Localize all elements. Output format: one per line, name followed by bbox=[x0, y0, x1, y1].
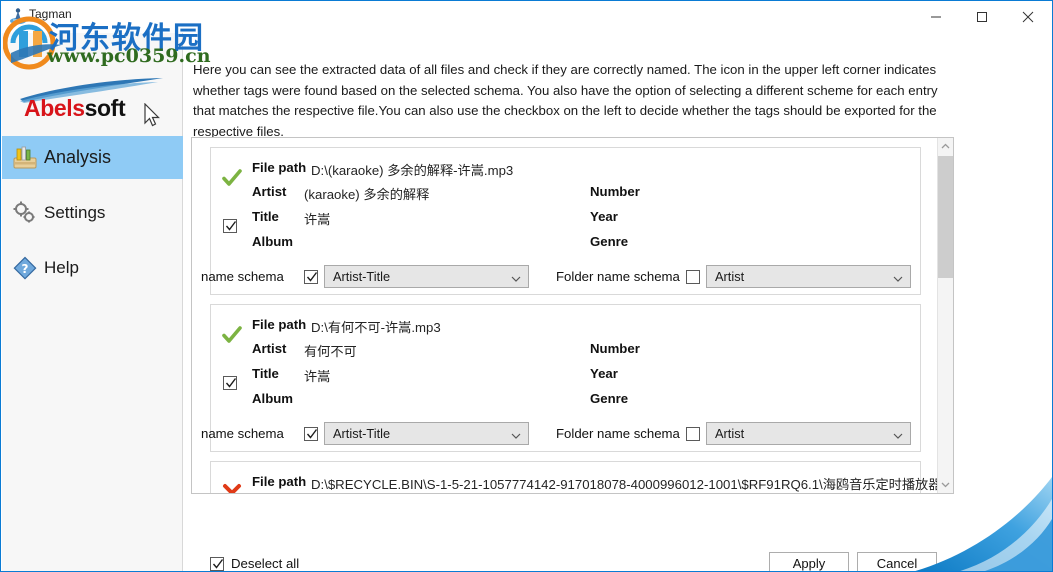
gears-icon bbox=[12, 200, 38, 226]
folder-schema-value: Artist bbox=[715, 269, 745, 284]
sidebar-item-help[interactable]: ? Help bbox=[2, 246, 183, 289]
apply-button-label: Apply bbox=[792, 556, 826, 571]
scroll-up-button[interactable] bbox=[938, 138, 953, 155]
deselect-all-checkbox[interactable] bbox=[210, 556, 224, 571]
sidebar: Abelssoft Analysis Settings ? Help bbox=[2, 33, 183, 571]
green-check-icon bbox=[221, 324, 243, 346]
list-item[interactable]: File path D:\(karaoke) 多余的解释-许嵩.mp3 Arti… bbox=[192, 147, 939, 295]
toolbox-icon bbox=[12, 145, 38, 171]
name-schema-label: name schema bbox=[201, 269, 284, 284]
minimize-button[interactable] bbox=[913, 1, 959, 32]
deselect-all-row[interactable]: Deselect all bbox=[210, 556, 299, 571]
entry-select-checkbox[interactable] bbox=[223, 219, 237, 233]
name-schema-dropdown[interactable]: Artist-Title bbox=[324, 265, 529, 288]
page-description: Here you can see the extracted data of a… bbox=[193, 62, 938, 139]
list-item[interactable]: File path D:\$RECYCLE.BIN\S-1-5-21-10577… bbox=[192, 461, 953, 493]
field-label-title: Title bbox=[252, 209, 279, 224]
field-label-genre: Genre bbox=[590, 391, 629, 406]
svg-text:?: ? bbox=[22, 262, 29, 276]
folder-schema-label: Folder name schema bbox=[556, 269, 680, 284]
chevron-down-icon bbox=[893, 428, 903, 443]
sidebar-item-analysis[interactable]: Analysis bbox=[2, 136, 183, 179]
list-scrollbar[interactable] bbox=[937, 138, 953, 493]
field-value-file-path: D:\有何不可-许嵩.mp3 bbox=[311, 320, 441, 335]
chevron-down-icon bbox=[511, 428, 521, 443]
application-window: Tagman Abelssoft Analysis Settings ? Hel… bbox=[0, 0, 1053, 572]
field-label-title: Title bbox=[252, 366, 279, 381]
apply-button[interactable]: Apply bbox=[769, 552, 849, 571]
abelssoft-wordmark: Abelssoft bbox=[24, 95, 126, 122]
field-label-file-path: File path bbox=[252, 474, 307, 489]
name-schema-dropdown[interactable]: Artist-Title bbox=[324, 422, 529, 445]
field-label-year: Year bbox=[590, 366, 618, 381]
name-schema-value: Artist-Title bbox=[333, 269, 391, 284]
field-label-year: Year bbox=[590, 209, 618, 224]
cancel-button-label: Cancel bbox=[876, 556, 918, 571]
field-label-file-path: File path bbox=[252, 160, 307, 175]
main-panel: Here you can see the extracted data of a… bbox=[183, 33, 1052, 571]
schema-row: name schema Artist-Title Folder name sch bbox=[201, 263, 920, 293]
sidebar-label-settings: Settings bbox=[44, 202, 106, 222]
field-label-number: Number bbox=[590, 341, 640, 356]
list-item[interactable]: File path D:\有何不可-许嵩.mp3 Artist 有何不可 Num… bbox=[192, 304, 939, 452]
folder-schema-checkbox[interactable] bbox=[686, 270, 700, 284]
field-label-number: Number bbox=[590, 184, 640, 199]
field-label-artist: Artist bbox=[252, 184, 287, 199]
field-label-album: Album bbox=[252, 391, 294, 406]
folder-schema-dropdown[interactable]: Artist bbox=[706, 265, 911, 288]
logo-text-abels: Abels bbox=[24, 95, 85, 121]
field-label-artist: Artist bbox=[252, 341, 287, 356]
chevron-down-icon bbox=[893, 271, 903, 286]
sidebar-label-help: Help bbox=[44, 257, 79, 277]
name-schema-checkbox[interactable] bbox=[304, 427, 318, 441]
window-title: Tagman bbox=[29, 7, 72, 21]
file-entry-list: File path D:\(karaoke) 多余的解释-许嵩.mp3 Arti… bbox=[191, 137, 954, 494]
name-schema-value: Artist-Title bbox=[333, 426, 391, 441]
field-value-artist: (karaoke) 多余的解释 bbox=[304, 187, 430, 202]
logo-text-soft: soft bbox=[84, 95, 126, 121]
field-label-genre: Genre bbox=[590, 234, 629, 249]
sidebar-label-analysis: Analysis bbox=[44, 147, 112, 167]
field-value-artist: 有何不可 bbox=[304, 344, 357, 359]
brand-logo: Abelssoft bbox=[2, 33, 183, 137]
chevron-down-icon bbox=[511, 271, 521, 286]
cancel-button[interactable]: Cancel bbox=[857, 552, 937, 571]
deselect-all-label: Deselect all bbox=[231, 556, 300, 571]
close-button[interactable] bbox=[1005, 1, 1051, 32]
folder-schema-value: Artist bbox=[715, 426, 745, 441]
file-entry-list-inner: File path D:\(karaoke) 多余的解释-许嵩.mp3 Arti… bbox=[192, 138, 953, 493]
folder-schema-checkbox[interactable] bbox=[686, 427, 700, 441]
entry-panel[interactable]: File path D:\(karaoke) 多余的解释-许嵩.mp3 Arti… bbox=[201, 147, 921, 295]
title-bar: Tagman bbox=[1, 1, 1052, 33]
mouse-cursor-icon bbox=[144, 102, 162, 134]
field-value-file-path: D:\$RECYCLE.BIN\S-1-5-21-1057774142-9170… bbox=[311, 477, 954, 492]
scrollbar-thumb[interactable] bbox=[938, 156, 953, 278]
field-value-title: 许嵩 bbox=[304, 212, 331, 227]
red-cross-icon bbox=[221, 481, 243, 493]
folder-schema-label: Folder name schema bbox=[556, 426, 680, 441]
maximize-button[interactable] bbox=[959, 1, 1005, 32]
field-value-file-path: D:\(karaoke) 多余的解释-许嵩.mp3 bbox=[311, 163, 514, 178]
entry-select-checkbox[interactable] bbox=[223, 376, 237, 390]
folder-schema-dropdown[interactable]: Artist bbox=[706, 422, 911, 445]
entry-panel[interactable]: File path D:\有何不可-许嵩.mp3 Artist 有何不可 Num… bbox=[201, 304, 921, 452]
question-diamond-icon: ? bbox=[12, 255, 38, 281]
field-label-album: Album bbox=[252, 234, 294, 249]
field-label-file-path: File path bbox=[252, 317, 307, 332]
name-schema-label: name schema bbox=[201, 426, 284, 441]
schema-row: name schema Artist-Title Folder name sch bbox=[201, 420, 920, 450]
green-check-icon bbox=[221, 167, 243, 189]
field-value-title: 许嵩 bbox=[304, 369, 331, 384]
sidebar-item-settings[interactable]: Settings bbox=[2, 191, 183, 234]
name-schema-checkbox[interactable] bbox=[304, 270, 318, 284]
scroll-down-button[interactable] bbox=[938, 476, 953, 493]
entry-panel[interactable]: File path D:\$RECYCLE.BIN\S-1-5-21-10577… bbox=[210, 461, 953, 493]
app-icon bbox=[9, 7, 27, 25]
